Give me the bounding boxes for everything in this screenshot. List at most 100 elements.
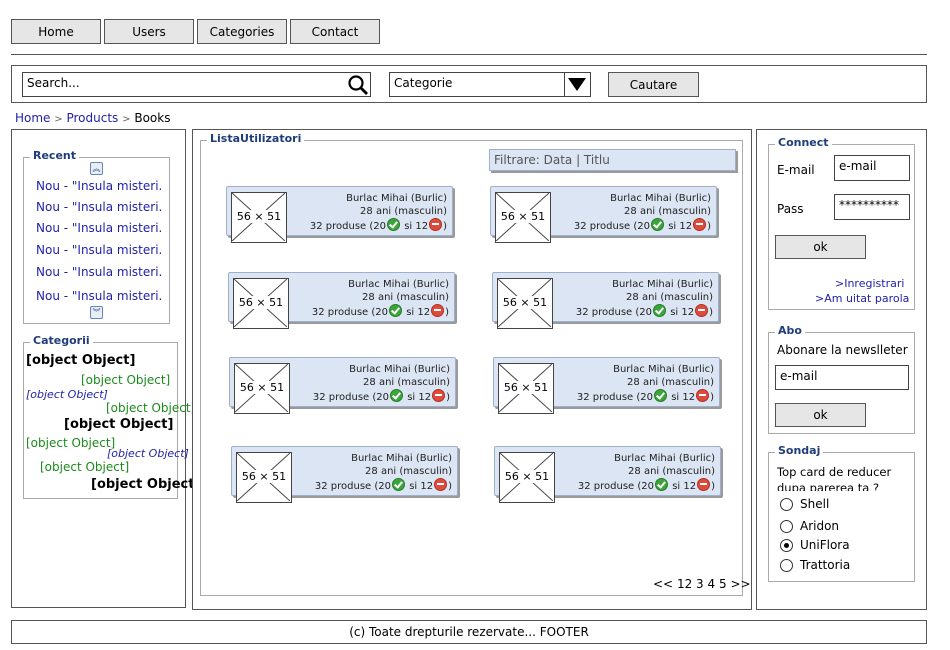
scroll-down-icon[interactable]: ︾	[90, 306, 103, 319]
products-middle: si 12	[407, 392, 432, 403]
poll-radio-uniflora[interactable]	[780, 539, 793, 552]
recent-item[interactable]: Nou - "Insula misteri.	[36, 243, 162, 257]
image-size-label: 56 × 51	[238, 381, 286, 394]
products-middle: si 12	[668, 221, 693, 232]
category-link[interactable]: [object Object]	[26, 388, 108, 401]
user-card[interactable]: 56 × 51 Burlac Mihai (Burlic) 28 ani (masc…	[226, 186, 453, 243]
minus-icon	[429, 218, 443, 231]
category-link[interactable]: [object Object]	[40, 460, 129, 474]
recent-item[interactable]: Nou - "Insula misteri.	[36, 265, 162, 279]
products-middle: si 12	[409, 481, 434, 492]
products-middle: si 12	[404, 221, 429, 232]
user-card[interactable]: 56 × 51 Burlac Mihai (Burlic) 28 ani (masc…	[492, 272, 719, 329]
search-button[interactable]: Cautare	[608, 72, 699, 97]
poll-radio-trattoria[interactable]	[780, 559, 793, 572]
category-link[interactable]: [object Object]	[64, 417, 173, 432]
minus-icon	[432, 389, 446, 402]
chevron-down-icon[interactable]	[564, 72, 591, 97]
check-icon	[389, 304, 402, 317]
products-suffix: )	[710, 392, 714, 403]
tab-categories[interactable]: Categories	[197, 19, 287, 44]
category-link[interactable]: [object Object]	[26, 436, 115, 450]
tab-users[interactable]: Users	[104, 19, 194, 44]
pagination-last[interactable]: >>	[730, 577, 750, 591]
user-card[interactable]: 56 × 51 Burlac Mihai (Burlic) 28 ani (masc…	[229, 357, 456, 414]
user-age: 28 ani (masculin)	[360, 206, 447, 217]
email-label: E-mail	[777, 163, 815, 177]
forgot-password-link[interactable]: >Am uitat parola	[815, 292, 909, 305]
user-age: 28 ani (masculin)	[363, 377, 450, 388]
page-link[interactable]: 5	[719, 577, 727, 591]
breadcrumb-home[interactable]: Home	[15, 111, 50, 125]
user-age: 28 ani (masculin)	[626, 292, 713, 303]
category-link[interactable]: [object Object]	[26, 353, 135, 368]
user-name: Burlac Mihai (Burlic)	[349, 364, 450, 375]
register-link[interactable]: >Inregistrari	[835, 277, 904, 290]
search-input[interactable]: Search...	[22, 72, 371, 97]
image-size-label: 56 × 51	[235, 210, 283, 223]
check-icon	[653, 304, 666, 317]
minus-icon	[431, 304, 445, 317]
user-name: Burlac Mihai (Burlic)	[612, 279, 713, 290]
check-icon	[387, 218, 400, 231]
minus-icon	[434, 478, 448, 491]
poll-radio-aridon[interactable]	[780, 520, 793, 533]
email-field[interactable]: e-mail	[834, 155, 910, 181]
category-link[interactable]: [object Object]	[91, 477, 200, 492]
tab-home[interactable]: Home	[11, 19, 101, 44]
image-size-label: 56 × 51	[240, 470, 288, 483]
login-ok-button[interactable]: ok	[775, 235, 866, 259]
filter-input[interactable]: Filtrare: Data | Titlu	[489, 149, 736, 171]
poll-radio-shell[interactable]	[780, 498, 793, 511]
newsletter-ok-button[interactable]: ok	[775, 403, 866, 427]
scroll-up-icon[interactable]: ︽	[90, 162, 103, 175]
recent-item[interactable]: Nou - "Insula misteri.	[36, 200, 162, 214]
page-link[interactable]: 4	[708, 577, 716, 591]
recent-item[interactable]: Nou - "Insula misteri.	[36, 221, 162, 235]
breadcrumb-separator: >	[54, 114, 63, 125]
category-link[interactable]: [object Object]	[106, 401, 195, 415]
user-card[interactable]: 56 × 51 Burlac Mihai (Burlic) 28 ani (masc…	[231, 446, 458, 503]
recent-item[interactable]: Nou - "Insula misteri.	[36, 289, 162, 303]
products-count: 32 produse (20	[573, 221, 650, 232]
pagination-first[interactable]: <<	[653, 577, 673, 591]
breadcrumb-products[interactable]: Products	[66, 111, 118, 125]
search-icon[interactable]	[347, 74, 369, 96]
user-card[interactable]: 56 × 51 Burlac Mihai (Burlic) 28 ani (masc…	[490, 186, 717, 243]
image-size-label: 56 × 51	[501, 296, 549, 309]
user-card[interactable]: 56 × 51 Burlac Mihai (Burlic) 28 ani (masc…	[494, 446, 721, 503]
user-card[interactable]: 56 × 51 Burlac Mihai (Burlic) 28 ani (masc…	[493, 357, 720, 414]
products-count: 32 produse (20	[575, 307, 652, 318]
breadcrumb: Home > Products > Books	[15, 111, 170, 125]
page-link[interactable]: 3	[696, 577, 704, 591]
user-image-placeholder: 56 × 51	[495, 192, 551, 243]
page-link[interactable]: 2	[685, 577, 693, 591]
recent-item[interactable]: Nou - "Insula misteri.	[36, 179, 162, 193]
poll-option-label: Trattoria	[800, 558, 851, 572]
breadcrumb-current: Books	[134, 111, 171, 125]
category-link[interactable]: [object Object]	[81, 373, 170, 387]
footer: (c) Toate drepturile rezervate... FOOTER	[11, 620, 927, 644]
user-age: 28 ani (masculin)	[362, 292, 449, 303]
minus-icon	[696, 389, 710, 402]
image-size-label: 56 × 51	[499, 210, 547, 223]
user-card[interactable]: 56 × 51 Burlac Mihai (Burlic) 28 ani (masc…	[228, 272, 455, 329]
page-link[interactable]: 1	[677, 577, 685, 591]
newsletter-email-field[interactable]: e-mail	[775, 365, 909, 390]
category-link[interactable]: [object Object]	[107, 447, 189, 460]
poll-option-label: Aridon	[800, 519, 840, 533]
products-middle: si 12	[406, 307, 431, 318]
password-field[interactable]: **********	[834, 194, 910, 220]
footer-text: (c) Toate drepturile rezervate... FOOTER	[349, 625, 589, 639]
check-icon	[655, 478, 668, 491]
image-size-label: 56 × 51	[503, 470, 551, 483]
minus-icon	[697, 478, 711, 491]
user-products: 32 produse (20 si 12)	[577, 389, 714, 404]
minus-icon	[693, 218, 707, 231]
user-image-placeholder: 56 × 51	[234, 363, 290, 414]
check-icon	[654, 389, 667, 402]
category-select[interactable]: Categorie	[389, 72, 591, 97]
user-products: 32 produse (20 si 12)	[578, 478, 715, 493]
user-image-placeholder: 56 × 51	[231, 192, 287, 243]
tab-contact[interactable]: Contact	[290, 19, 380, 44]
